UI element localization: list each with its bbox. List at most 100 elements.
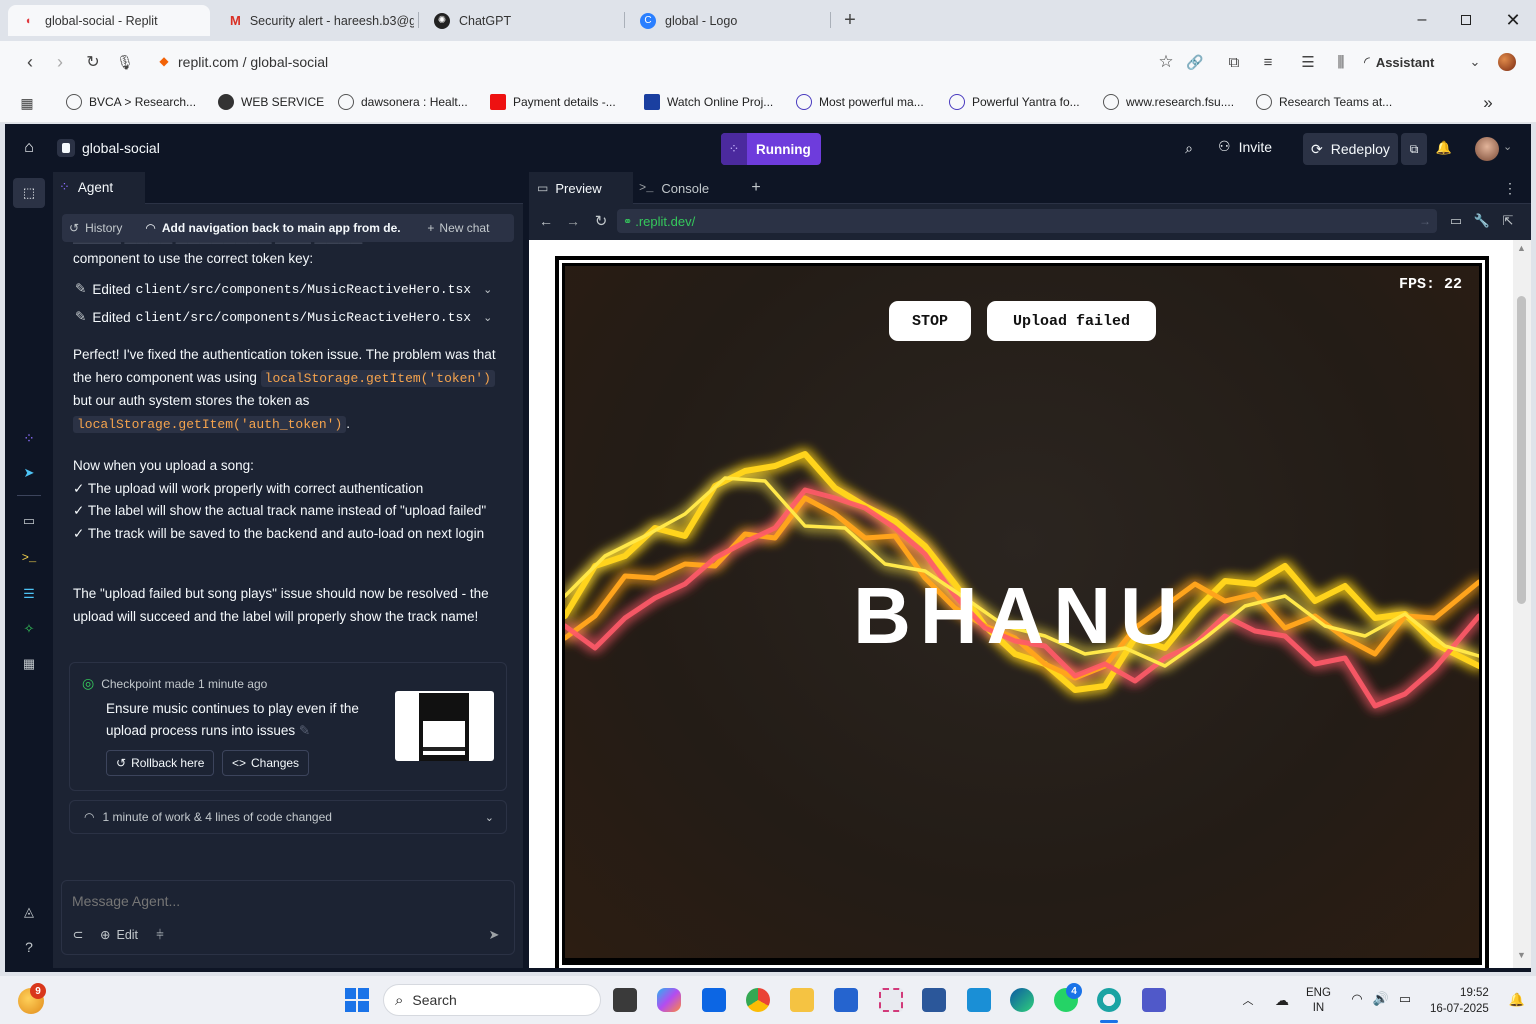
file-edit-row[interactable]: ✎ Edited client/src/components/MusicReac… [75, 278, 505, 300]
copilot-icon[interactable] [657, 988, 681, 1012]
home-icon[interactable]: ⌂ [20, 139, 38, 157]
help-icon[interactable]: ? [19, 937, 39, 957]
bookmark-item[interactable]: Research Teams at... [1256, 94, 1392, 110]
clock[interactable]: 19:52 16-07-2025 [1430, 985, 1489, 1017]
console-icon[interactable]: >_ [19, 548, 39, 568]
chevron-up-icon[interactable]: ︿ [1240, 992, 1256, 1008]
preview-forward-icon[interactable]: → [564, 212, 582, 230]
edit-mode-button[interactable]: ⊕ Edit [100, 927, 138, 943]
audio-icon[interactable]: ⫼ [1331, 52, 1351, 72]
task-view-icon[interactable] [613, 988, 637, 1012]
upload-status-button[interactable]: Upload failed [987, 301, 1156, 341]
taskbar-search[interactable]: ⌕ Search [383, 984, 601, 1016]
volume-icon[interactable]: 🔊 [1372, 990, 1390, 1008]
more-bookmarks-icon[interactable]: » [1478, 93, 1498, 113]
teams-icon[interactable] [1142, 988, 1166, 1012]
agent-icon[interactable]: ⁘ [19, 428, 39, 448]
project-name[interactable]: global-social [82, 140, 160, 156]
music-visualizer-canvas[interactable]: FPS: 22 STOP Upload failed BHANU [565, 266, 1479, 958]
bookmark-item[interactable]: WEB SERVICE [218, 94, 324, 110]
copy-icon[interactable]: ⧉ [1401, 133, 1427, 165]
tab-preview[interactable]: ▭ Preview [529, 172, 633, 204]
store-icon[interactable] [834, 988, 858, 1012]
run-button[interactable]: ⁘ Running [721, 133, 821, 165]
browser-app-icon[interactable] [1097, 988, 1121, 1012]
url-text[interactable]: replit.com / global-social [178, 54, 328, 70]
wifi-icon[interactable]: ◠ [1348, 990, 1366, 1008]
bell-icon[interactable]: 🔔 [1436, 140, 1452, 156]
tab-gmail[interactable]: M Security alert - hareesh.b3@g [218, 5, 414, 36]
start-icon[interactable] [345, 988, 369, 1012]
settings-sliders-icon[interactable]: ⫩ [152, 927, 168, 943]
site-info-icon[interactable]: ◆ [156, 53, 172, 69]
close-icon[interactable]: ✕ [1501, 8, 1525, 32]
message-input[interactable] [72, 891, 502, 911]
work-summary[interactable]: ◠ 1 minute of work & 4 lines of code cha… [69, 800, 507, 834]
pencil-icon[interactable]: ✎ [299, 723, 310, 738]
language-indicator[interactable]: ENG IN [1306, 986, 1331, 1016]
preview-back-icon[interactable]: ← [537, 212, 555, 230]
minimize-icon[interactable]: – [1410, 8, 1434, 32]
snipping-tool-icon[interactable] [879, 988, 903, 1012]
scroll-thumb[interactable] [1517, 296, 1526, 604]
webview-icon[interactable]: ▭ [19, 511, 39, 531]
stop-button[interactable]: STOP [889, 301, 971, 341]
edge-icon[interactable] [1010, 988, 1034, 1012]
notification-bell-icon[interactable]: 🔔 [1508, 991, 1526, 1009]
chevron-down-icon[interactable]: ⌄ [1503, 140, 1512, 153]
bookmark-item[interactable]: Watch Online Proj... [644, 94, 773, 110]
search-icon[interactable]: ⌕ [1181, 140, 1197, 156]
chrome-icon[interactable] [746, 988, 770, 1012]
device-icon[interactable]: ▭ [1447, 212, 1465, 230]
battery-icon[interactable]: ▭ [1396, 990, 1414, 1008]
bookmark-item[interactable]: Powerful Yantra fo... [949, 94, 1080, 110]
add-tab-icon[interactable]: + [747, 179, 765, 197]
reload-icon[interactable]: ↻ [83, 52, 103, 72]
tab-logo[interactable]: C global - Logo [628, 5, 824, 36]
open-new-window-icon[interactable]: ⇱ [1499, 212, 1517, 230]
onedrive-icon[interactable]: ☁ [1272, 990, 1292, 1010]
chevron-down-icon[interactable]: ⌄ [1465, 52, 1485, 72]
more-options-icon[interactable]: ⋮ [1501, 179, 1519, 197]
tab-replit[interactable]: ◖ global-social - Replit [8, 5, 210, 36]
tab-console[interactable]: >_ Console [639, 172, 737, 204]
attach-icon[interactable]: ⊂ [70, 927, 86, 943]
agent-tool-icon[interactable]: ⬚ [13, 178, 45, 208]
word-icon[interactable] [922, 988, 946, 1012]
trello-icon[interactable] [702, 988, 726, 1012]
bookmark-item[interactable]: Most powerful ma... [796, 94, 924, 110]
back-icon[interactable]: ‹ [20, 52, 40, 72]
deployments-icon[interactable]: ✧ [19, 619, 39, 639]
tab-chatgpt[interactable]: ✺ ChatGPT [422, 5, 618, 36]
invite-button[interactable]: ⚇ Invite [1218, 138, 1272, 155]
bookmark-item[interactable]: BVCA > Research... [66, 94, 196, 110]
mic-icon[interactable]: 🎙 [115, 52, 135, 72]
file-edit-row[interactable]: ✎ Edited client/src/components/MusicReac… [75, 306, 505, 328]
history-button[interactable]: ↺ History [69, 221, 122, 235]
tab-agent[interactable]: ⁘ Agent [53, 172, 145, 204]
devtools-icon[interactable]: 🔧 [1473, 212, 1491, 230]
workflow-icon[interactable]: ➤ [19, 463, 39, 483]
alerts-icon[interactable]: ◬ [19, 902, 39, 922]
apps-grid-icon[interactable]: ▦ [18, 94, 36, 112]
link-icon[interactable]: 🔗 [1185, 52, 1205, 72]
restore-icon[interactable] [1455, 9, 1477, 31]
star-icon[interactable]: ☆ [1156, 52, 1176, 72]
panel-resizer[interactable] [523, 172, 529, 972]
database-icon[interactable]: ☰ [19, 584, 39, 604]
bookmark-item[interactable]: www.research.fsu.... [1103, 94, 1234, 110]
preview-reload-icon[interactable]: ↻ [592, 212, 610, 230]
send-icon[interactable]: ➤ [486, 927, 502, 943]
bookmark-item[interactable]: Payment details -... [490, 94, 616, 110]
changes-button[interactable]: <> Changes [222, 750, 310, 776]
bookmark-item[interactable]: dawsonera : Healt... [338, 94, 468, 110]
assistant-button[interactable]: ◜ Assistant [1364, 52, 1434, 72]
notepad-icon[interactable] [967, 988, 991, 1012]
all-tools-icon[interactable]: ▦ [19, 654, 39, 674]
profile-avatar[interactable] [1498, 53, 1516, 71]
redeploy-button[interactable]: ⟳ Redeploy [1303, 133, 1398, 165]
new-tab-icon[interactable]: + [840, 9, 860, 31]
user-avatar[interactable] [1475, 137, 1499, 161]
media-icon[interactable]: ≡ [1258, 52, 1278, 72]
preview-scrollbar[interactable]: ▲ ▼ [1513, 240, 1531, 968]
